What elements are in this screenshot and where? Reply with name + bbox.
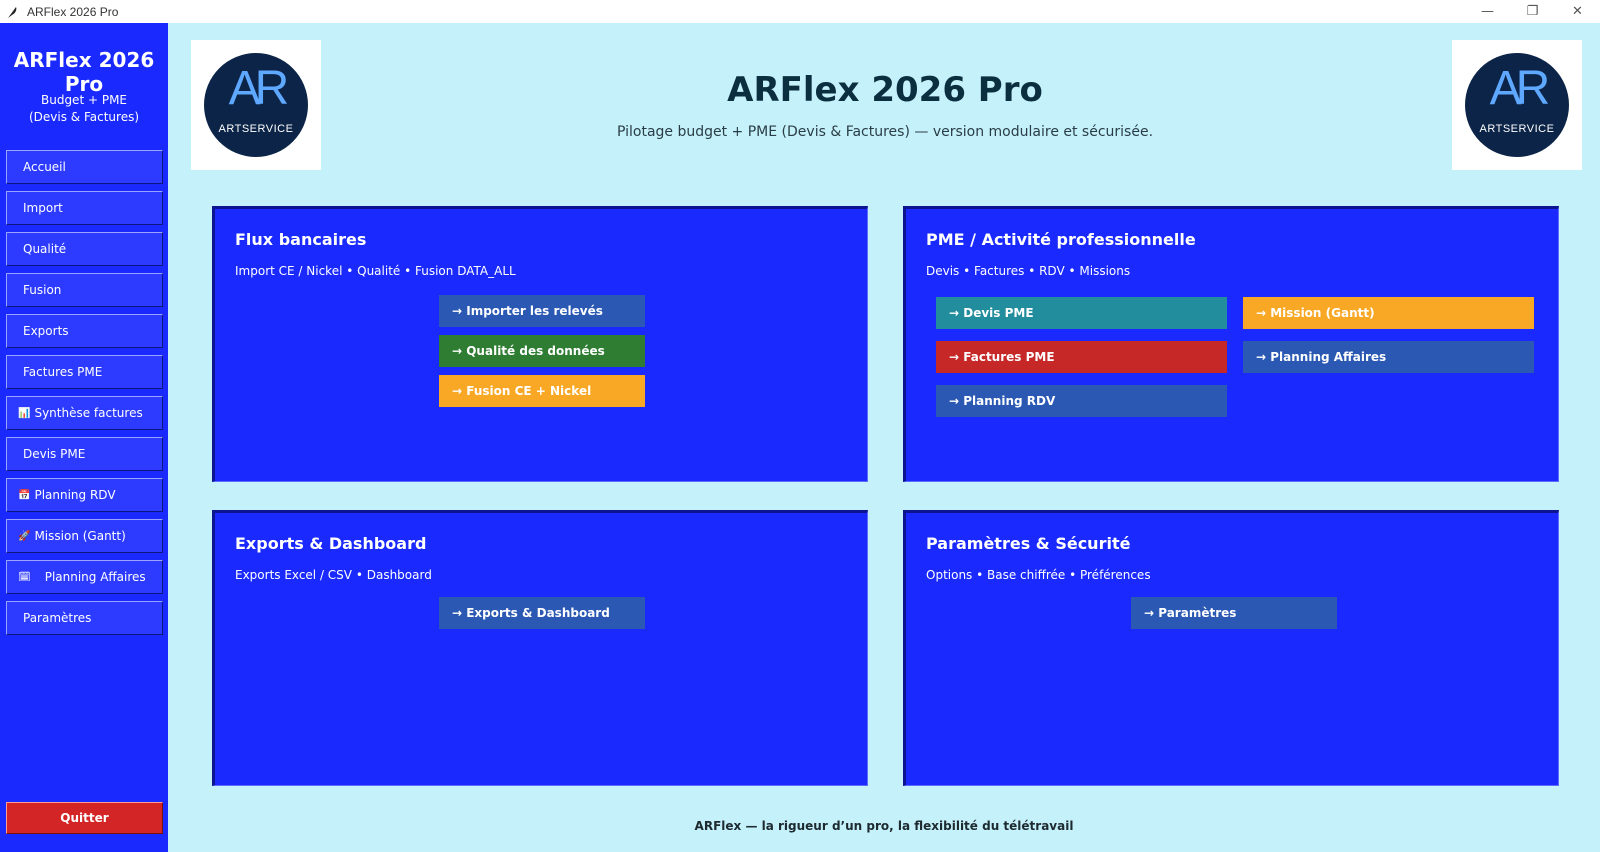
planning-rdv-button[interactable]: → Planning RDV bbox=[936, 385, 1227, 417]
rocket-icon: 🚀 bbox=[18, 530, 31, 542]
panel-subtitle: Import CE / Nickel • Qualité • Fusion DA… bbox=[235, 264, 516, 278]
logo-emblem: AR ARTSERVICE bbox=[204, 53, 308, 157]
sidebar-item-label: Exports bbox=[23, 324, 69, 338]
calendar-icon: 📅 bbox=[18, 489, 31, 501]
sidebar-item-import[interactable]: Import bbox=[6, 191, 163, 225]
sidebar-item-devis-pme[interactable]: Devis PME bbox=[6, 437, 163, 471]
sidebar-item-label: Fusion bbox=[23, 283, 62, 297]
sidebar-item-synthese-factures[interactable]: 📊 Synthèse factures bbox=[6, 396, 163, 430]
logo-right: AR ARTSERVICE bbox=[1452, 40, 1582, 170]
window-controls: — ❐ ✕ bbox=[1465, 0, 1600, 23]
panel-title: Exports & Dashboard bbox=[235, 534, 427, 553]
window-title: ARFlex 2026 Pro bbox=[27, 4, 119, 19]
sidebar-item-fusion[interactable]: Fusion bbox=[6, 273, 163, 307]
sidebar-title: ARFlex 2026 Pro bbox=[13, 48, 155, 96]
quit-button[interactable]: Quitter bbox=[6, 802, 163, 834]
planning-affaires-button[interactable]: → Planning Affaires bbox=[1243, 341, 1534, 373]
panel-exports-dashboard: Exports & Dashboard Exports Excel / CSV … bbox=[212, 510, 868, 786]
sidebar-item-parametres[interactable]: Paramètres bbox=[6, 601, 163, 635]
fusion-ce-nickel-button[interactable]: → Fusion CE + Nickel bbox=[439, 375, 645, 407]
parametres-button[interactable]: → Paramètres bbox=[1131, 597, 1337, 629]
sidebar-item-label: Mission (Gantt) bbox=[34, 529, 126, 543]
panel-title: Flux bancaires bbox=[235, 230, 367, 249]
sidebar-item-planning-rdv[interactable]: 📅 Planning RDV bbox=[6, 478, 163, 512]
sidebar: ARFlex 2026 Pro Budget + PME (Devis & Fa… bbox=[0, 23, 168, 852]
devis-pme-button[interactable]: → Devis PME bbox=[936, 297, 1227, 329]
panel-pme-activite: PME / Activité professionnelle Devis • F… bbox=[903, 206, 1559, 482]
sidebar-item-exports[interactable]: Exports bbox=[6, 314, 163, 348]
restore-button[interactable]: ❐ bbox=[1510, 0, 1555, 23]
sidebar-item-label: Synthèse factures bbox=[34, 406, 143, 420]
mission-gantt-button[interactable]: → Mission (Gantt) bbox=[1243, 297, 1534, 329]
sidebar-item-label: Planning RDV bbox=[34, 488, 116, 502]
factures-pme-button[interactable]: → Factures PME bbox=[936, 341, 1227, 373]
sidebar-item-label: Qualité bbox=[23, 242, 67, 256]
panel-flux-bancaires: Flux bancaires Import CE / Nickel • Qual… bbox=[212, 206, 868, 482]
page-subtitle: Pilotage budget + PME (Devis & Factures)… bbox=[616, 124, 1154, 140]
footer-tagline: ARFlex — la rigueur d’un pro, la flexibi… bbox=[694, 819, 1074, 833]
panel-title: Paramètres & Sécurité bbox=[926, 534, 1131, 553]
calendar-icon: 🗓 bbox=[18, 571, 31, 583]
sidebar-item-factures-pme[interactable]: Factures PME bbox=[6, 355, 163, 389]
page-title: ARFlex 2026 Pro bbox=[727, 70, 1043, 110]
sidebar-item-qualite[interactable]: Qualité bbox=[6, 232, 163, 266]
logo-left: AR ARTSERVICE bbox=[191, 40, 321, 170]
logo-letters: AR bbox=[228, 62, 290, 115]
sidebar-item-label: Accueil bbox=[23, 160, 66, 174]
sidebar-item-label: Paramètres bbox=[23, 611, 92, 625]
sidebar-subtitle-line1: Budget + PME bbox=[40, 93, 127, 107]
panel-subtitle: Options • Base chiffrée • Préférences bbox=[926, 568, 1151, 582]
sidebar-subtitle-line2: (Devis & Factures) bbox=[28, 110, 140, 124]
sidebar-item-mission-gantt[interactable]: 🚀 Mission (Gantt) bbox=[6, 519, 163, 553]
import-releves-button[interactable]: → Importer les relevés bbox=[439, 295, 645, 327]
logo-letters: AR bbox=[1489, 62, 1551, 115]
feather-icon bbox=[8, 6, 17, 18]
sidebar-item-accueil[interactable]: Accueil bbox=[6, 150, 163, 184]
window-titlebar: ARFlex 2026 Pro — ❐ ✕ bbox=[0, 0, 1600, 23]
sidebar-item-label: Import bbox=[23, 201, 63, 215]
exports-dashboard-button[interactable]: → Exports & Dashboard bbox=[439, 597, 645, 629]
logo-text: ARTSERVICE bbox=[1479, 123, 1555, 135]
minimize-button[interactable]: — bbox=[1465, 0, 1510, 23]
sidebar-item-label: Planning Affaires bbox=[44, 570, 146, 584]
sidebar-subtitle: Budget + PME (Devis & Factures) bbox=[0, 92, 168, 126]
sidebar-item-label: Factures PME bbox=[23, 365, 103, 379]
qualite-donnees-button[interactable]: → Qualité des données bbox=[439, 335, 645, 367]
panel-subtitle: Devis • Factures • RDV • Missions bbox=[926, 264, 1131, 278]
panel-parametres-securite: Paramètres & Sécurité Options • Base chi… bbox=[903, 510, 1559, 786]
logo-emblem: AR ARTSERVICE bbox=[1465, 53, 1569, 157]
chart-icon: 📊 bbox=[18, 407, 31, 419]
panel-title: PME / Activité professionnelle bbox=[926, 230, 1196, 249]
logo-text: ARTSERVICE bbox=[218, 123, 294, 135]
sidebar-item-label: Devis PME bbox=[23, 447, 86, 461]
sidebar-item-planning-affaires[interactable]: 🗓 Planning Affaires bbox=[6, 560, 163, 594]
panel-subtitle: Exports Excel / CSV • Dashboard bbox=[235, 568, 432, 582]
close-window-button[interactable]: ✕ bbox=[1555, 0, 1600, 23]
